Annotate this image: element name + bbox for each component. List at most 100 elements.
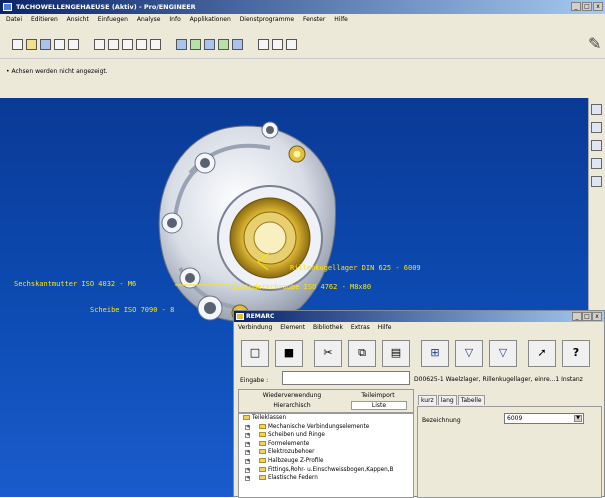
expand-icon[interactable]: + xyxy=(245,458,250,464)
save-icon[interactable]: ■ xyxy=(275,340,303,367)
sketch-icon[interactable] xyxy=(232,39,243,50)
tree-item[interactable]: + Fittings,Rohr- u.Einschweissbogen,Kappe… xyxy=(239,466,413,475)
tree-item[interactable]: + Elektrozubehoer xyxy=(239,448,413,457)
menu-extras[interactable]: Extras xyxy=(351,324,370,331)
tab-wiederverwendung[interactable]: Wiederverwendung xyxy=(247,392,337,399)
folder-icon xyxy=(259,440,266,446)
folder-icon xyxy=(259,457,266,463)
expand-icon[interactable]: + xyxy=(245,467,250,473)
close-button[interactable]: x xyxy=(593,2,603,11)
help-icon[interactable]: ? xyxy=(562,340,590,367)
expand-icon[interactable]: + xyxy=(245,424,250,430)
datum-icon[interactable] xyxy=(591,176,602,187)
message-area xyxy=(0,58,605,98)
sketch-icon[interactable] xyxy=(190,39,201,50)
remarc-minimize-button[interactable]: _ xyxy=(572,312,582,321)
tree-item[interactable]: + Formelemente xyxy=(239,440,413,449)
view-icon[interactable] xyxy=(150,39,161,50)
menu-einfuegen[interactable]: Einfuegen xyxy=(98,16,128,23)
save-icon[interactable] xyxy=(40,39,51,50)
input-label: Eingabe : xyxy=(240,377,269,384)
status-message: • Achsen werden nicht angezeigt. xyxy=(6,68,108,75)
datum-icon[interactable] xyxy=(591,158,602,169)
new-file-icon[interactable] xyxy=(12,39,23,50)
window-icon[interactable] xyxy=(272,39,283,50)
view-icon[interactable] xyxy=(122,39,133,50)
tree-item[interactable]: + Scheiben und Ringe xyxy=(239,431,413,440)
remarc-title-bar: REMARC xyxy=(234,311,604,322)
chevron-down-icon[interactable]: ▼ xyxy=(574,415,582,422)
folder-icon xyxy=(243,415,250,420)
cut-icon[interactable]: ✂ xyxy=(314,340,342,367)
menu-datei[interactable]: Datei xyxy=(6,16,22,23)
folder-icon xyxy=(259,475,266,481)
part-icon[interactable]: ▽ xyxy=(455,340,483,367)
app-icon xyxy=(3,3,12,11)
menu-fenster[interactable]: Fenster xyxy=(303,16,325,23)
new-file-icon[interactable]: □ xyxy=(241,340,269,367)
tree-item[interactable]: + Halbzeuge Z-Profile xyxy=(239,457,413,466)
expand-icon[interactable]: + xyxy=(245,450,250,456)
pen-icon[interactable]: ✎ xyxy=(588,34,601,53)
input-field[interactable] xyxy=(282,371,410,385)
bezeichnung-value: 6009 xyxy=(507,415,523,422)
remarc-close-button[interactable]: x xyxy=(592,312,602,321)
tab-tabelle[interactable]: Tabelle xyxy=(457,395,485,405)
datum-icon[interactable] xyxy=(591,122,602,133)
datum-icon[interactable] xyxy=(591,104,602,115)
class-tree: Teileklassen + Mechanische Verbindungsele… xyxy=(238,413,414,498)
open-file-icon[interactable] xyxy=(26,39,37,50)
menu-remarc-hilfe[interactable]: Hilfe xyxy=(378,324,392,331)
part-info: D00625-1 Waelzlager, Rillenkugellager, e… xyxy=(414,376,583,383)
remarc-menu-bar: Verbindung Element Bibliothek Extras Hil… xyxy=(238,324,397,331)
tree-item[interactable]: + Elastische Federn xyxy=(239,474,413,483)
maximize-button[interactable]: □ xyxy=(582,2,592,11)
menu-element[interactable]: Element xyxy=(280,324,305,331)
main-toolbar: ✎ xyxy=(0,26,605,58)
sketch-icon[interactable] xyxy=(176,39,187,50)
expand-icon[interactable]: + xyxy=(245,441,250,447)
detail-tabs: kurz lang Tabelle xyxy=(418,395,486,405)
print-preview-icon[interactable] xyxy=(68,39,79,50)
annotation-nut: Sechskantmutter ISO 4032 - M6 xyxy=(14,280,137,288)
bezeichnung-select[interactable]: 6009 ▼ xyxy=(504,413,584,424)
view-icon[interactable] xyxy=(108,39,119,50)
sketch-icon[interactable] xyxy=(204,39,215,50)
menu-editieren[interactable]: Editieren xyxy=(31,16,58,23)
folder-icon xyxy=(259,466,266,472)
arrow-icon[interactable]: ➚ xyxy=(528,340,556,367)
menu-verbindung[interactable]: Verbindung xyxy=(238,324,272,331)
minimize-button[interactable]: _ xyxy=(571,2,581,11)
tree-item[interactable]: + Mechanische Verbindungselemente xyxy=(239,423,413,432)
menu-hilfe[interactable]: Hilfe xyxy=(334,16,348,23)
part-icon[interactable]: ▽ xyxy=(489,340,517,367)
menu-bibliothek[interactable]: Bibliothek xyxy=(313,324,343,331)
tab-lang[interactable]: lang xyxy=(437,395,457,405)
expand-icon[interactable]: + xyxy=(245,433,250,439)
menu-ansicht[interactable]: Ansicht xyxy=(67,16,89,23)
menu-applikationen[interactable]: Applikationen xyxy=(190,16,231,23)
part-icon[interactable]: ⊞ xyxy=(421,340,449,367)
view-icon[interactable] xyxy=(136,39,147,50)
paste-icon[interactable]: ▤ xyxy=(382,340,410,367)
copy-icon[interactable]: ⧉ xyxy=(348,340,376,367)
folder-icon xyxy=(259,449,266,455)
expand-icon[interactable]: + xyxy=(245,476,250,482)
annotation-leaders xyxy=(175,251,271,286)
window-icon[interactable] xyxy=(286,39,297,50)
view-icon[interactable] xyxy=(94,39,105,50)
tab-liste[interactable]: Liste xyxy=(351,401,407,410)
remarc-maximize-button[interactable]: □ xyxy=(582,312,592,321)
menu-info[interactable]: Info xyxy=(169,16,180,23)
window-icon[interactable] xyxy=(258,39,269,50)
print-icon[interactable] xyxy=(54,39,65,50)
tab-kurz[interactable]: kurz xyxy=(418,395,437,405)
remarc-window: REMARC _ □ x Verbindung Element Biblioth… xyxy=(233,310,605,498)
tree-item-root[interactable]: Teileklassen xyxy=(239,414,413,423)
menu-dienstprogramme[interactable]: Dienstprogramme xyxy=(240,16,294,23)
tab-teileimport[interactable]: Teileimport xyxy=(343,392,413,399)
sketch-icon[interactable] xyxy=(218,39,229,50)
menu-analyse[interactable]: Analyse xyxy=(137,16,161,23)
datum-icon[interactable] xyxy=(591,140,602,151)
tab-hierarchisch[interactable]: Hierarchisch xyxy=(247,402,337,409)
